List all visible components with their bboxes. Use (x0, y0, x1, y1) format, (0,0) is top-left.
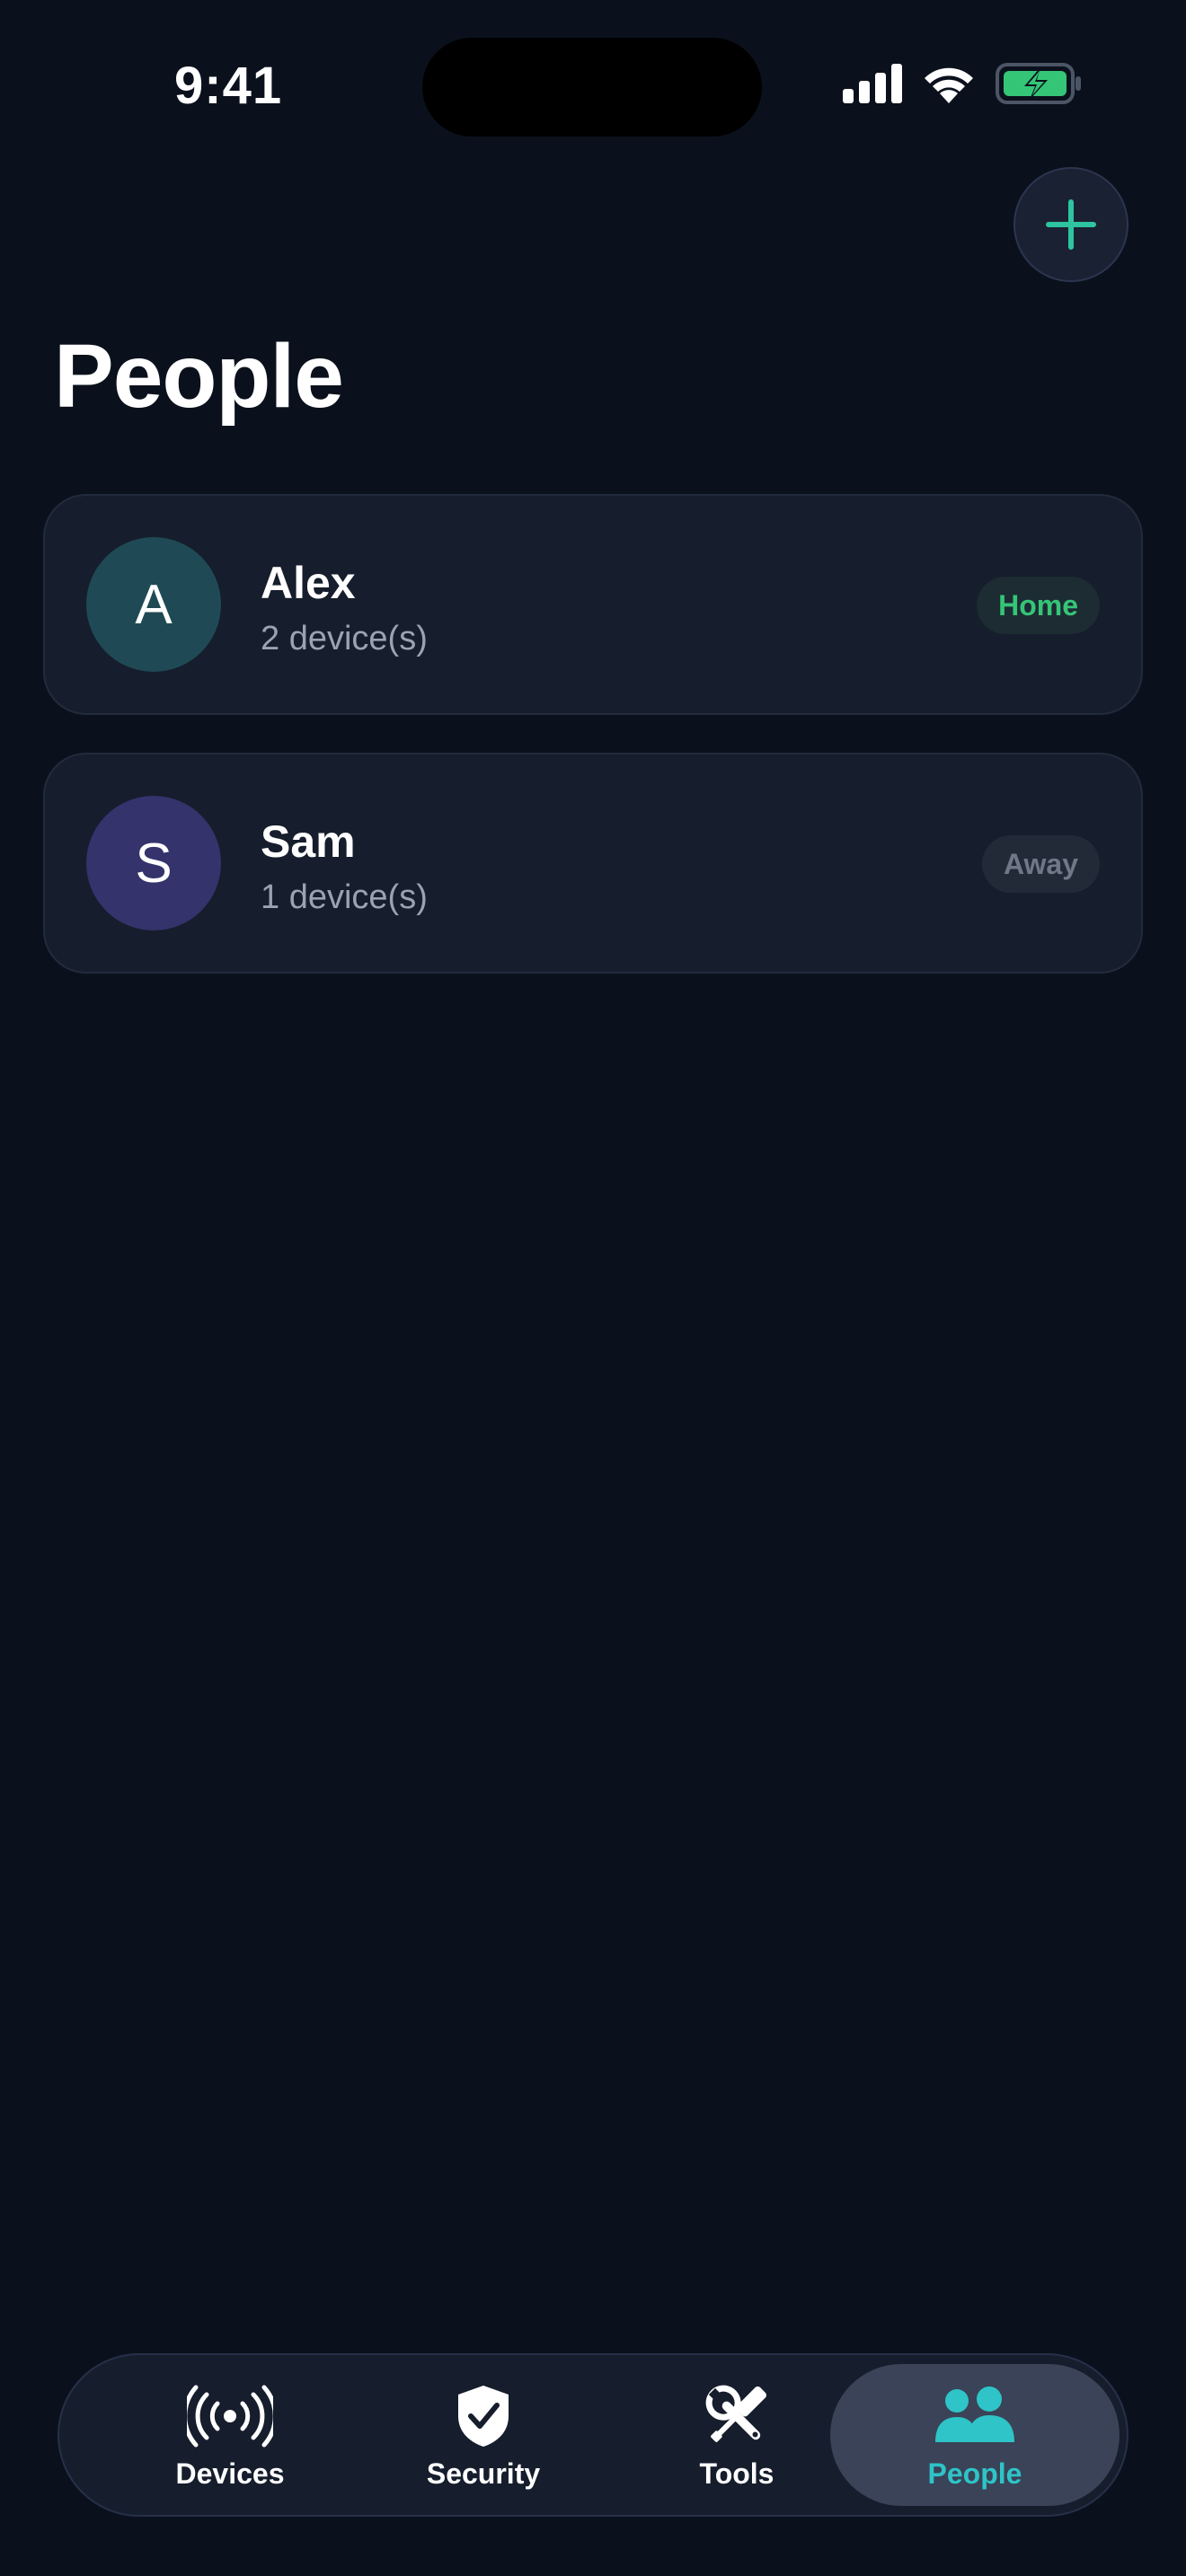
tools-icon (694, 2380, 780, 2452)
dynamic-island (422, 38, 762, 137)
page-title: People (54, 326, 344, 427)
avatar: S (86, 796, 221, 931)
person-name: Sam (261, 816, 356, 867)
tab-people[interactable]: People (830, 2364, 1120, 2506)
status-badge: Home (977, 577, 1100, 634)
person-card-alex[interactable]: A Alex 2 device(s) Home (43, 494, 1143, 715)
shield-check-icon (440, 2380, 527, 2452)
person-name: Alex (261, 558, 356, 608)
tab-label: Security (426, 2457, 541, 2490)
avatar-initial: S (135, 832, 173, 895)
plus-icon (1046, 199, 1096, 250)
person-device-count: 1 device(s) (261, 878, 428, 916)
wifi-icon (925, 67, 973, 103)
status-icons (843, 63, 1082, 104)
add-person-button[interactable] (1013, 167, 1128, 282)
battery-charging-icon (996, 63, 1081, 104)
avatar: A (86, 537, 221, 672)
tab-label: People (927, 2457, 1022, 2490)
status-bar: 9:41 (0, 0, 1186, 162)
cellular-signal-icon (843, 64, 902, 103)
people-icon (932, 2380, 1018, 2452)
tab-tools[interactable]: Tools (609, 2355, 864, 2515)
broadcast-icon (187, 2380, 273, 2452)
tab-label: Tools (699, 2457, 774, 2490)
status-time: 9:41 (174, 57, 283, 115)
status-badge: Away (981, 835, 1100, 893)
person-device-count: 2 device(s) (261, 620, 428, 657)
avatar-initial: A (135, 573, 173, 636)
tab-bar: Devices Security Tools People (58, 2353, 1128, 2517)
tab-label: Devices (175, 2457, 285, 2490)
tab-devices[interactable]: Devices (102, 2355, 358, 2515)
person-card-sam[interactable]: S Sam 1 device(s) Away (43, 753, 1143, 974)
tab-security[interactable]: Security (356, 2355, 611, 2515)
